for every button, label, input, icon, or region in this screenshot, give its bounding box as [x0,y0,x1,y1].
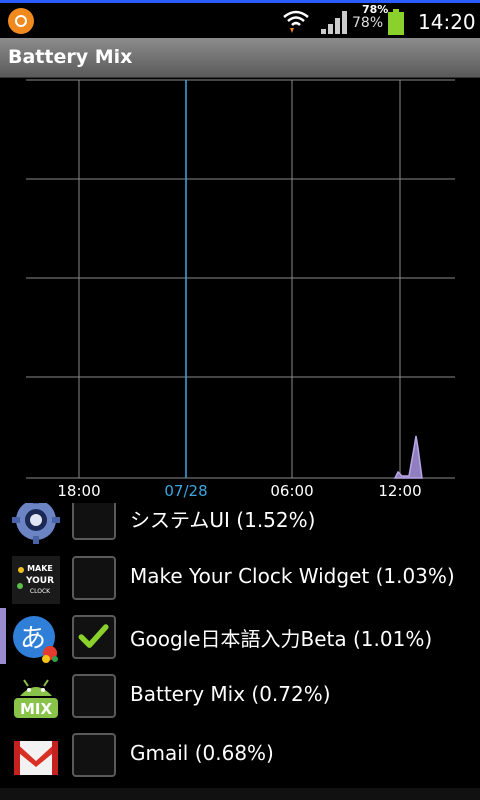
battery-usage-chart[interactable] [0,78,480,503]
x-tick-label: 06:00 [270,482,314,500]
clock-icon-text-3: CLOCK [30,588,51,595]
app-label: Gmail (0.68%) [130,741,274,765]
make-your-clock-icon: MAKE YOUR CLOCK [12,556,60,604]
checkbox[interactable] [72,503,116,540]
scroll-indicator [0,608,6,664]
gear-icon [12,503,60,544]
x-tick-label: 12:00 [378,482,422,500]
signal-icon [321,11,347,34]
clock: 14:20 [418,10,476,34]
google-input-glyph: あ [20,624,46,654]
list-item[interactable]: Gmail (0.68%) [0,728,480,786]
app-usage-list[interactable]: システムUI (1.52%) MAKE YOUR CLOCK Make Your… [0,503,480,800]
checkbox[interactable] [72,556,116,600]
app-label: Battery Mix (0.72%) [130,682,331,706]
usage-series-area [393,435,423,479]
checkbox-checked[interactable] [72,615,116,659]
app-notification-icon [8,8,34,34]
list-item[interactable]: システムUI (1.52%) [0,503,480,549]
app-title: Battery Mix [8,46,133,68]
title-bar: Battery Mix [0,38,480,78]
list-item[interactable]: MAKE YOUR CLOCK Make Your Clock Widget (… [0,551,480,609]
battery-icon [388,9,404,35]
clock-icon-text-2: YOUR [25,576,54,586]
status-bar: 78% 78% 14:20 [0,0,480,38]
app-label: システムUI (1.52%) [130,508,316,532]
gmail-icon [14,741,58,775]
google-japanese-input-icon: あ [13,616,58,663]
x-tick-label: 18:00 [57,482,101,500]
list-item[interactable]: あ Google日本語入力Beta (1.01%) [0,610,480,668]
clock-icon-text-1: MAKE [27,564,53,573]
checkbox[interactable] [72,674,116,718]
app-label: Google日本語入力Beta (1.01%) [130,627,433,651]
android-mix-text: MIX [20,700,53,718]
list-item[interactable]: MIX Battery Mix (0.72%) [0,669,480,727]
android-mix-icon: MIX [14,679,58,718]
checkmark-icon [78,624,109,648]
checkbox[interactable] [72,733,116,777]
x-tick-label-highlight: 07/28 [164,482,208,500]
wifi-icon [283,10,309,33]
app-label: Make Your Clock Widget (1.03%) [130,564,455,588]
list-bottom-edge [0,788,480,800]
battery-percent: 78% [352,15,384,31]
